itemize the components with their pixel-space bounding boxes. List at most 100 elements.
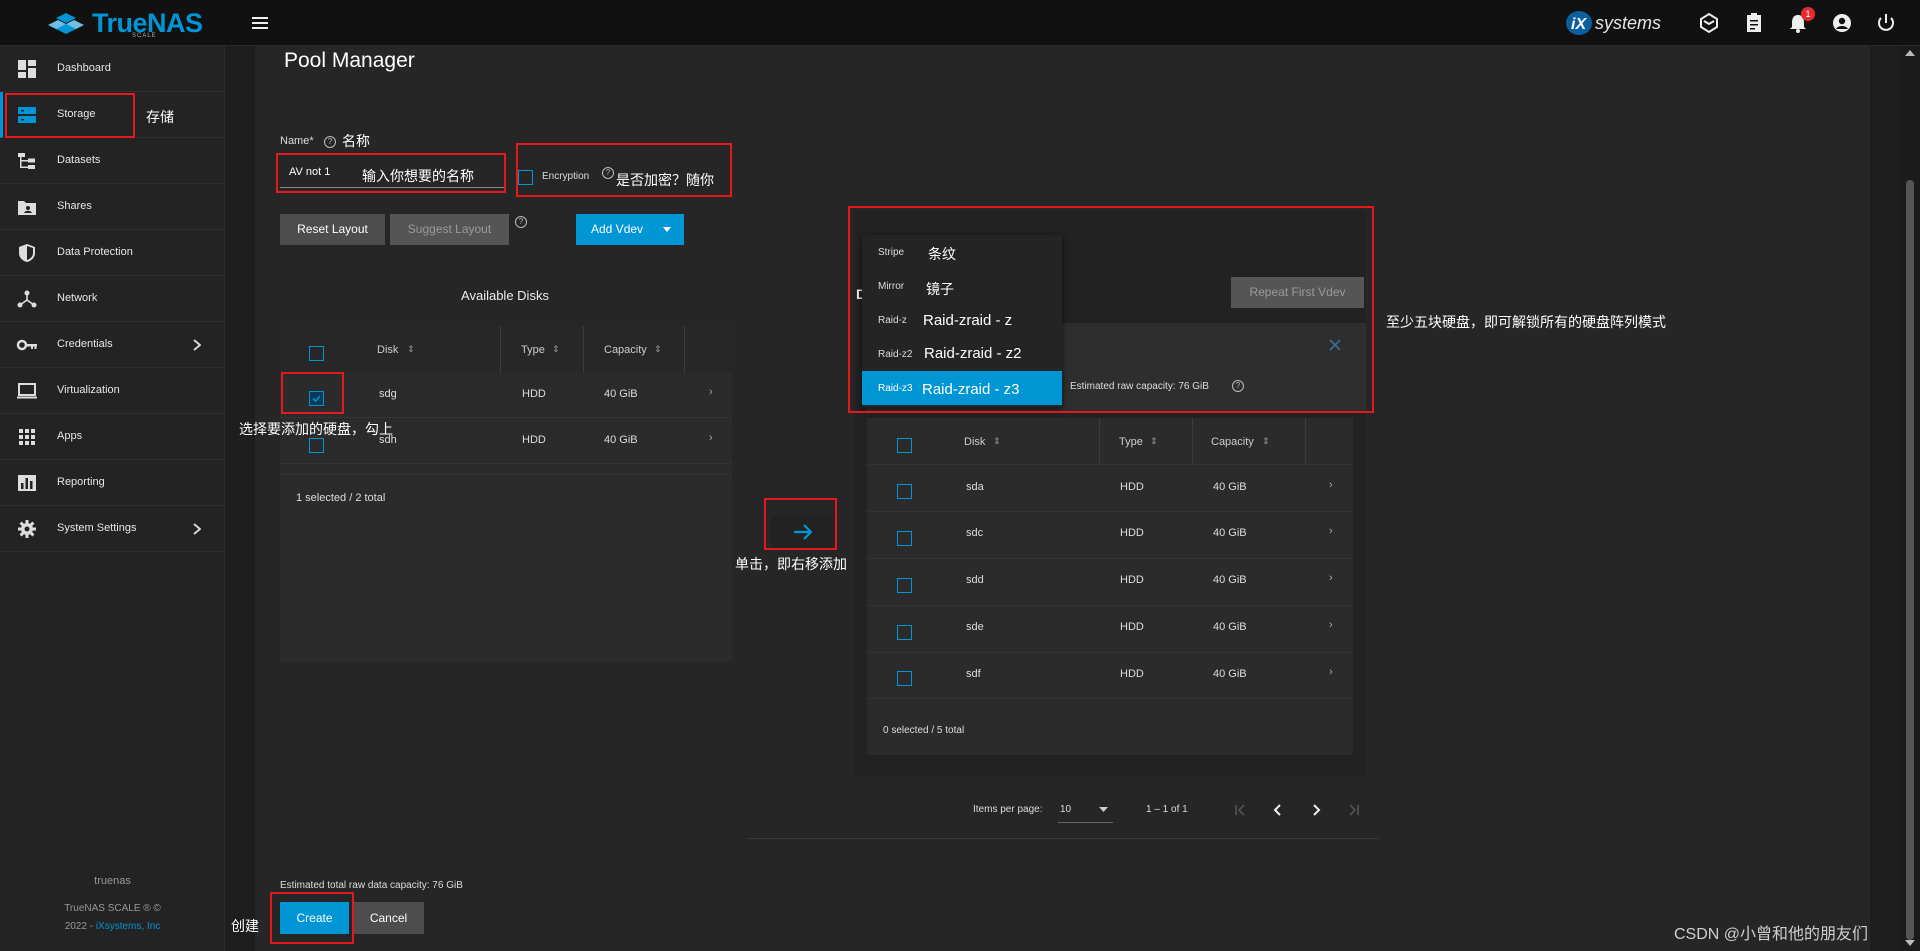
first-page-icon[interactable] xyxy=(1233,802,1249,818)
sort-icon[interactable]: ⇕ xyxy=(552,344,560,355)
row-checkbox[interactable] xyxy=(897,625,912,640)
expand-chevron-icon[interactable]: › xyxy=(1329,479,1333,491)
column-header-capacity[interactable]: Capacity xyxy=(604,344,647,356)
watermark: CSDN @小曾和他的朋友们 xyxy=(1674,926,1869,943)
shares-icon xyxy=(18,201,36,215)
hamburger-menu-icon[interactable] xyxy=(250,13,270,33)
annotation-five-disks: 至少五块硬盘，即可解锁所有的硬盘阵列模式 xyxy=(1386,314,1666,330)
sidebar-item-network[interactable]: Network xyxy=(0,276,225,322)
sidebar-item-datasets[interactable]: Datasets xyxy=(0,138,225,184)
reset-layout-button[interactable]: Reset Layout xyxy=(280,214,385,245)
table-row[interactable] xyxy=(867,558,1353,605)
last-page-icon[interactable] xyxy=(1345,802,1361,818)
sidebar-item-data-protection[interactable]: Data Protection xyxy=(0,230,225,276)
table-row[interactable] xyxy=(867,464,1353,511)
sidebar-item-dashboard[interactable]: Dashboard xyxy=(0,46,225,92)
table-row[interactable] xyxy=(280,372,732,418)
sidebar-item-shares[interactable]: Shares xyxy=(0,184,225,230)
next-page-icon[interactable] xyxy=(1308,802,1324,818)
shield-icon xyxy=(19,244,35,262)
row-checkbox[interactable] xyxy=(897,484,912,499)
expand-chevron-icon[interactable]: › xyxy=(1329,525,1333,537)
sort-icon[interactable]: ⇕ xyxy=(407,344,415,355)
clipboard-tasks-icon[interactable] xyxy=(1742,11,1766,35)
items-per-page-label: Items per page: xyxy=(973,804,1043,815)
row-checkbox[interactable] xyxy=(897,578,912,593)
sort-icon[interactable]: ⇕ xyxy=(654,344,662,355)
expand-chevron-icon[interactable]: › xyxy=(709,432,713,444)
vdev-footer-count: 0 selected / 5 total xyxy=(883,725,965,736)
caret-down-icon xyxy=(663,227,671,232)
cancel-button[interactable]: Cancel xyxy=(353,902,424,934)
divider xyxy=(747,838,1379,839)
power-icon[interactable] xyxy=(1874,11,1898,35)
add-vdev-button[interactable]: Add Vdev xyxy=(576,214,684,245)
available-footer-count: 1 selected / 2 total xyxy=(296,492,386,504)
sidebar-item-label: Network xyxy=(57,292,98,304)
previous-page-icon[interactable] xyxy=(1270,802,1286,818)
sidebar-item-label: Credentials xyxy=(57,338,113,350)
sidebar-item-credentials[interactable]: Credentials xyxy=(0,322,225,368)
annotation-click-move: 单击，即右移添加 xyxy=(735,556,847,572)
cell-capacity: 40 GiB xyxy=(1213,527,1247,539)
column-divider xyxy=(583,326,584,372)
scrollbar-thumb[interactable] xyxy=(1906,180,1914,940)
vdev-select-all-checkbox[interactable] xyxy=(897,438,912,453)
sort-icon[interactable]: ⇕ xyxy=(1262,436,1270,447)
table-row[interactable] xyxy=(867,652,1353,699)
column-header-disk[interactable]: Disk xyxy=(377,344,398,356)
cell-type: HDD xyxy=(1120,574,1144,586)
scroll-down-icon[interactable] xyxy=(1903,938,1917,948)
column-header-type[interactable]: Type xyxy=(521,344,545,356)
cell-disk: sda xyxy=(966,481,984,493)
column-header-disk[interactable]: Disk xyxy=(964,436,985,448)
expand-chevron-icon[interactable]: › xyxy=(1329,619,1333,631)
row-checkbox[interactable] xyxy=(897,531,912,546)
cell-capacity: 40 GiB xyxy=(1213,481,1247,493)
sidebar-item-apps[interactable]: Apps xyxy=(0,414,225,460)
datasets-icon xyxy=(18,153,35,169)
available-select-all-checkbox[interactable] xyxy=(309,346,324,361)
name-label: Name* xyxy=(280,135,314,147)
suggest-layout-button[interactable]: Suggest Layout xyxy=(390,214,509,245)
expand-chevron-icon[interactable]: › xyxy=(1329,666,1333,678)
annotation-box-vdev-types xyxy=(848,206,1374,413)
column-header-type[interactable]: Type xyxy=(1119,436,1143,448)
column-header-capacity[interactable]: Capacity xyxy=(1211,436,1254,448)
sort-icon[interactable]: ⇕ xyxy=(993,436,1001,447)
sidebar-item-system-settings[interactable]: System Settings xyxy=(0,506,225,552)
annotation-storage: 存储 xyxy=(146,109,174,125)
sidebar-item-label: Apps xyxy=(57,430,83,442)
column-divider xyxy=(1099,418,1100,464)
expand-chevron-icon[interactable]: › xyxy=(1329,572,1333,584)
annotation-box-checkbox xyxy=(281,372,344,414)
sidebar-item-virtualization[interactable]: Virtualization xyxy=(0,368,225,414)
annotation-select-disk: 选择要添加的硬盘，勾上 xyxy=(239,421,393,437)
annotation-name: 名称 xyxy=(342,133,370,149)
sidebar-item-label: Shares xyxy=(57,200,92,212)
annotation-encryption: 是否加密？随你 xyxy=(616,172,714,188)
page-size-select[interactable]: 10 xyxy=(1058,797,1113,823)
ixsystems-logo-icon: iX systems xyxy=(1566,11,1661,35)
sort-icon[interactable]: ⇕ xyxy=(1150,436,1158,447)
sidebar-item-reporting[interactable]: Reporting xyxy=(0,460,225,506)
sidebar-item-label: Dashboard xyxy=(57,62,111,74)
cell-type: HDD xyxy=(522,434,546,446)
cell-type: HDD xyxy=(1120,668,1144,680)
cell-capacity: 40 GiB xyxy=(1213,668,1247,680)
row-checkbox[interactable] xyxy=(309,438,324,453)
copyright-year: 2022 - xyxy=(64,921,96,932)
sidebar-item-label: Data Protection xyxy=(57,246,133,258)
monitor-icon xyxy=(17,383,37,399)
scroll-up-icon[interactable] xyxy=(1903,48,1917,58)
expand-chevron-icon[interactable]: › xyxy=(709,386,713,398)
table-row[interactable] xyxy=(867,511,1353,558)
name-help-icon[interactable]: ? xyxy=(324,136,336,148)
suggest-layout-help-icon[interactable]: ? xyxy=(515,216,527,228)
row-checkbox[interactable] xyxy=(897,671,912,686)
page-range: 1 – 1 of 1 xyxy=(1146,804,1188,815)
account-circle-icon[interactable] xyxy=(1830,11,1854,35)
copyright-link[interactable]: iXsystems, Inc xyxy=(96,921,160,932)
table-row[interactable] xyxy=(867,605,1353,652)
truecommand-icon[interactable] xyxy=(1697,11,1721,35)
